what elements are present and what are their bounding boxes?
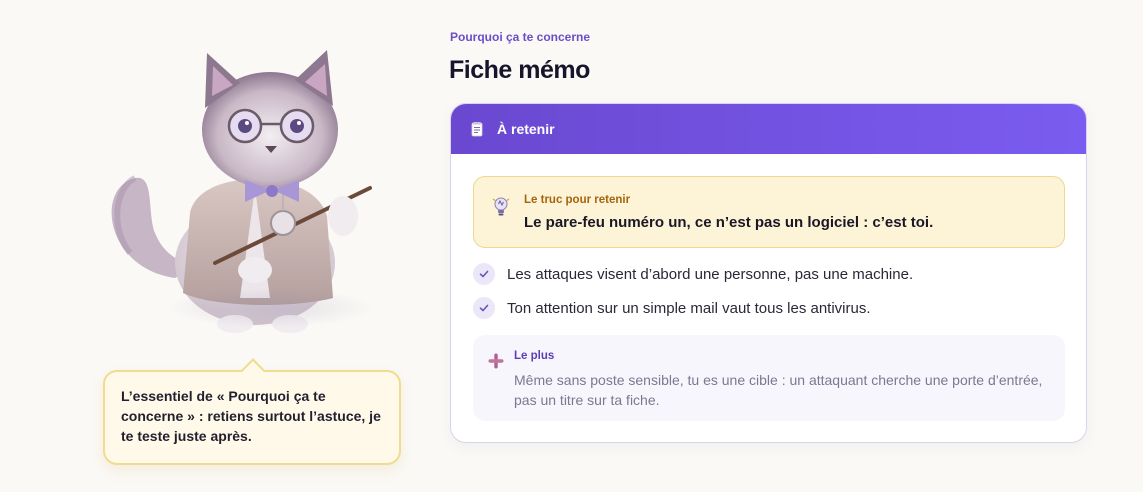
checklist-item-text: Ton attention sur un simple mail vaut to… [507, 299, 871, 317]
memo-card: À retenir Le truc pour retenir Le pare-f… [450, 103, 1087, 443]
checklist-item-text: Les attaques visent d’abord une personne… [507, 265, 914, 283]
section-eyebrow: Pourquoi ça te concerne [450, 30, 591, 44]
plus-icon [487, 352, 505, 370]
checklist-item: Les attaques visent d’abord une personne… [473, 262, 913, 286]
page-title: Fiche mémo [449, 56, 590, 84]
check-icon [473, 263, 495, 285]
tip-label: Le truc pour retenir [524, 194, 631, 206]
plus-box: Le plus Même sans poste sensible, tu es … [473, 335, 1065, 421]
speech-bubble-text: L’essentiel de « Pourquoi ça te concerne… [121, 388, 381, 444]
lightbulb-icon [490, 195, 512, 219]
card-header: À retenir [451, 104, 1086, 154]
page: L’essentiel de « Pourquoi ça te concerne… [0, 0, 1143, 492]
plus-text: Même sans poste sensible, tu es une cibl… [514, 372, 1043, 408]
tip-text: Le pare-feu numéro un, ce n’est pas un l… [524, 214, 934, 231]
tip-box: Le truc pour retenir Le pare-feu numéro … [473, 176, 1065, 248]
cat-mascot-image [95, 38, 385, 338]
plus-label: Le plus [514, 350, 555, 362]
notepad-icon [469, 121, 485, 137]
card-header-title: À retenir [497, 121, 555, 137]
check-icon [473, 297, 495, 319]
checklist-item: Ton attention sur un simple mail vaut to… [473, 296, 871, 320]
mascot-speech-bubble: L’essentiel de « Pourquoi ça te concerne… [103, 370, 401, 465]
